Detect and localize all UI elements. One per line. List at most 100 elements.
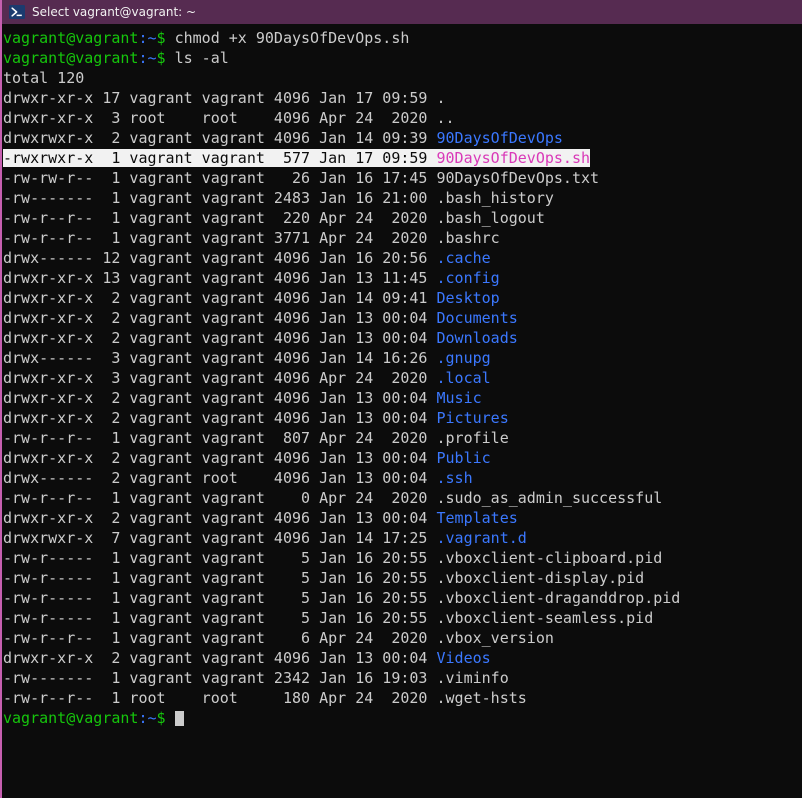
listing-row-content: drwxrwxr-x 7 vagrant vagrant 4096 Jan 14… xyxy=(3,529,527,547)
listing-row-meta: drwxr-xr-x 2 vagrant vagrant 4096 Jan 13… xyxy=(3,649,436,667)
listing-row: -rw-rw-r-- 1 vagrant vagrant 26 Jan 16 1… xyxy=(3,168,802,188)
listing-row-content: -rw------- 1 vagrant vagrant 2342 Jan 16… xyxy=(3,669,509,687)
listing-row-name: .vboxclient-draganddrop.pid xyxy=(436,589,680,607)
listing-row: drwxrwxr-x 7 vagrant vagrant 4096 Jan 14… xyxy=(3,528,802,548)
listing-row-content: drwx------ 12 vagrant vagrant 4096 Jan 1… xyxy=(3,249,491,267)
listing-row-meta: -rw-r----- 1 vagrant vagrant 5 Jan 16 20… xyxy=(3,609,436,627)
prompt-separator: : xyxy=(138,709,147,727)
listing-row-meta: -rw-r--r-- 1 root root 180 Apr 24 2020 xyxy=(3,689,436,707)
listing-row-name: Downloads xyxy=(436,329,517,347)
listing-row: -rw-r--r-- 1 vagrant vagrant 807 Apr 24 … xyxy=(3,428,802,448)
listing-row-content: -rw-r----- 1 vagrant vagrant 5 Jan 16 20… xyxy=(3,589,680,607)
listing-row-name: Desktop xyxy=(436,289,499,307)
listing-row: -rw-r--r-- 1 vagrant vagrant 6 Apr 24 20… xyxy=(3,628,802,648)
terminal-window: Select vagrant@vagrant: ~ vagrant@vagran… xyxy=(0,0,802,798)
listing-row-meta: drwxr-xr-x 2 vagrant vagrant 4096 Jan 13… xyxy=(3,449,436,467)
prompt-separator: : xyxy=(138,29,147,47)
prompt-path: ~ xyxy=(148,49,157,67)
listing-row-content: -rwxrwxr-x 1 vagrant vagrant 577 Jan 17 … xyxy=(3,149,590,167)
listing-row-name: Music xyxy=(436,389,481,407)
listing-row: drwxr-xr-x 3 root root 4096 Apr 24 2020 … xyxy=(3,108,802,128)
listing-row-meta: -rw-r----- 1 vagrant vagrant 5 Jan 16 20… xyxy=(3,589,436,607)
listing-row-content: -rw-r--r-- 1 vagrant vagrant 3771 Apr 24… xyxy=(3,229,500,247)
prompt-sigil: $ xyxy=(157,29,166,47)
listing-row: -rw-r----- 1 vagrant vagrant 5 Jan 16 20… xyxy=(3,548,802,568)
total-line: total 120 xyxy=(3,68,802,88)
listing-row-content: drwxr-xr-x 3 root root 4096 Apr 24 2020 … xyxy=(3,109,455,127)
title-bar[interactable]: Select vagrant@vagrant: ~ xyxy=(2,0,802,24)
listing-row-name: .vboxclient-seamless.pid xyxy=(436,609,653,627)
listing-row: -rw------- 1 vagrant vagrant 2483 Jan 16… xyxy=(3,188,802,208)
listing-row-content: drwxr-xr-x 13 vagrant vagrant 4096 Jan 1… xyxy=(3,269,500,287)
listing-row-meta: drwxr-xr-x 3 vagrant vagrant 4096 Apr 24… xyxy=(3,369,436,387)
window-title: Select vagrant@vagrant: ~ xyxy=(32,0,196,24)
listing-row: drwxr-xr-x 2 vagrant vagrant 4096 Jan 13… xyxy=(3,388,802,408)
listing-row: drwxr-xr-x 17 vagrant vagrant 4096 Jan 1… xyxy=(3,88,802,108)
listing-row-content: drwxr-xr-x 2 vagrant vagrant 4096 Jan 13… xyxy=(3,309,518,327)
listing-row: -rwxrwxr-x 1 vagrant vagrant 577 Jan 17 … xyxy=(3,148,802,168)
listing-row-meta: drwxr-xr-x 2 vagrant vagrant 4096 Jan 14… xyxy=(3,289,436,307)
listing-row-meta: drwxr-xr-x 2 vagrant vagrant 4096 Jan 13… xyxy=(3,409,436,427)
prompt-gap xyxy=(166,709,175,727)
listing-row: -rw------- 1 vagrant vagrant 2342 Jan 16… xyxy=(3,668,802,688)
listing-row-name: 90DaysOfDevOps xyxy=(436,129,562,147)
listing-row: drwxr-xr-x 2 vagrant vagrant 4096 Jan 13… xyxy=(3,448,802,468)
listing-row-name: .config xyxy=(436,269,499,287)
prompt-path: ~ xyxy=(148,29,157,47)
listing-row-content: -rw-r----- 1 vagrant vagrant 5 Jan 16 20… xyxy=(3,549,662,567)
listing-row-meta: -rw------- 1 vagrant vagrant 2483 Jan 16… xyxy=(3,189,436,207)
listing-row-name: Public xyxy=(436,449,490,467)
listing-row-name: .ssh xyxy=(436,469,472,487)
listing-row-meta: drwx------ 2 vagrant root 4096 Jan 13 00… xyxy=(3,469,436,487)
listing-row-name: Templates xyxy=(436,509,517,527)
listing-row-content: drwxr-xr-x 2 vagrant vagrant 4096 Jan 13… xyxy=(3,409,509,427)
listing-row: drwxr-xr-x 2 vagrant vagrant 4096 Jan 13… xyxy=(3,648,802,668)
listing-row-content: drwxr-xr-x 2 vagrant vagrant 4096 Jan 13… xyxy=(3,329,518,347)
listing-row-name: .viminfo xyxy=(436,669,508,687)
listing-row-content: drwxr-xr-x 2 vagrant vagrant 4096 Jan 13… xyxy=(3,509,518,527)
listing-row-meta: -rw------- 1 vagrant vagrant 2342 Jan 16… xyxy=(3,669,436,687)
listing-row-meta: -rw-r----- 1 vagrant vagrant 5 Jan 16 20… xyxy=(3,569,436,587)
listing-row: drwxr-xr-x 13 vagrant vagrant 4096 Jan 1… xyxy=(3,268,802,288)
listing-row-meta: -rw-r----- 1 vagrant vagrant 5 Jan 16 20… xyxy=(3,549,436,567)
listing-row: drwxr-xr-x 2 vagrant vagrant 4096 Jan 13… xyxy=(3,308,802,328)
listing-row-name: 90DaysOfDevOps.sh xyxy=(436,149,590,167)
listing-row: -rw-r--r-- 1 vagrant vagrant 220 Apr 24 … xyxy=(3,208,802,228)
listing-row-content: -rw-rw-r-- 1 vagrant vagrant 26 Jan 16 1… xyxy=(3,169,599,187)
total-text: total 120 xyxy=(3,69,84,87)
listing-row: -rw-r----- 1 vagrant vagrant 5 Jan 16 20… xyxy=(3,608,802,628)
listing-row-meta: -rw-r--r-- 1 vagrant vagrant 0 Apr 24 20… xyxy=(3,489,436,507)
listing-row: drwx------ 12 vagrant vagrant 4096 Jan 1… xyxy=(3,248,802,268)
listing-row: drwxr-xr-x 2 vagrant vagrant 4096 Jan 13… xyxy=(3,328,802,348)
listing-row-meta: -rwxrwxr-x 1 vagrant vagrant 577 Jan 17 … xyxy=(3,149,436,167)
listing-row-name: Pictures xyxy=(436,409,508,427)
listing-row: -rw-r----- 1 vagrant vagrant 5 Jan 16 20… xyxy=(3,588,802,608)
listing-row-name: .local xyxy=(436,369,490,387)
listing-row-name: .sudo_as_admin_successful xyxy=(436,489,662,507)
listing-row-name: .. xyxy=(436,109,454,127)
listing-row: drwxr-xr-x 2 vagrant vagrant 4096 Jan 13… xyxy=(3,408,802,428)
command-text: ls -al xyxy=(166,49,229,67)
listing-row-meta: -rw-r--r-- 1 vagrant vagrant 3771 Apr 24… xyxy=(3,229,436,247)
listing-row: -rw-r--r-- 1 vagrant vagrant 0 Apr 24 20… xyxy=(3,488,802,508)
listing-row-content: drwxr-xr-x 17 vagrant vagrant 4096 Jan 1… xyxy=(3,89,446,107)
listing-row-content: drwxr-xr-x 2 vagrant vagrant 4096 Jan 13… xyxy=(3,449,491,467)
prompt-sigil: $ xyxy=(157,49,166,67)
listing-row-meta: drwxr-xr-x 3 root root 4096 Apr 24 2020 xyxy=(3,109,436,127)
listing-row-meta: drwxr-xr-x 13 vagrant vagrant 4096 Jan 1… xyxy=(3,269,436,287)
prompt-line: vagrant@vagrant:~$ ls -al xyxy=(3,48,802,68)
listing-row-meta: drwxr-xr-x 2 vagrant vagrant 4096 Jan 13… xyxy=(3,509,436,527)
listing-row-meta: drwx------ 3 vagrant vagrant 4096 Jan 14… xyxy=(3,349,436,367)
listing-row-content: drwx------ 2 vagrant root 4096 Jan 13 00… xyxy=(3,469,473,487)
listing-row-content: -rw-r--r-- 1 root root 180 Apr 24 2020 .… xyxy=(3,689,527,707)
prompt-user-host: vagrant@vagrant xyxy=(3,709,138,727)
listing-row-name: .vboxclient-clipboard.pid xyxy=(436,549,662,567)
listing-row-content: drwx------ 3 vagrant vagrant 4096 Jan 14… xyxy=(3,349,491,367)
listing-row-name: 90DaysOfDevOps.txt xyxy=(436,169,599,187)
prompt-path: ~ xyxy=(148,709,157,727)
prompt-line: vagrant@vagrant:~$ xyxy=(3,708,802,728)
terminal-screen[interactable]: vagrant@vagrant:~$ chmod +x 90DaysOfDevO… xyxy=(2,24,802,798)
listing-row-name: Documents xyxy=(436,309,517,327)
listing-row-name: .bash_history xyxy=(436,189,553,207)
listing-row-content: -rw------- 1 vagrant vagrant 2483 Jan 16… xyxy=(3,189,554,207)
